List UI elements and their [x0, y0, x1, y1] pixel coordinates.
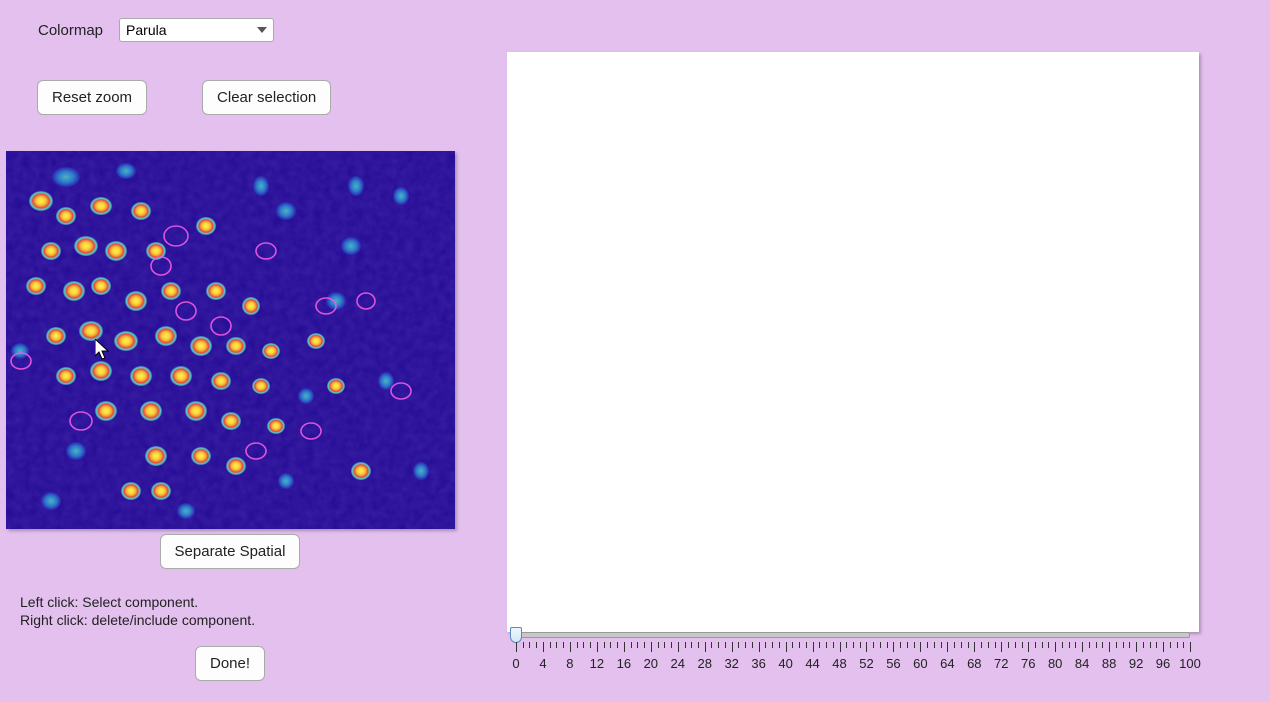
slider-tick-labels: 0481216202428323640444852566064687276808…	[516, 656, 1190, 672]
tick-label: 80	[1048, 656, 1062, 671]
clear-selection-button[interactable]: Clear selection	[202, 80, 331, 115]
tick-label: 84	[1075, 656, 1089, 671]
tick-label: 20	[644, 656, 658, 671]
tick-label: 68	[967, 656, 981, 671]
tick-label: 52	[859, 656, 873, 671]
colormap-label: Colormap	[38, 22, 103, 39]
tick-label: 28	[697, 656, 711, 671]
done-button[interactable]: Done!	[195, 646, 265, 681]
tick-label: 16	[617, 656, 631, 671]
colormap-value: Parula	[126, 22, 166, 38]
tick-label: 96	[1156, 656, 1170, 671]
tick-label: 92	[1129, 656, 1143, 671]
spatial-components-image[interactable]	[6, 151, 455, 529]
tick-label: 24	[671, 656, 685, 671]
tick-label: 4	[539, 656, 546, 671]
tick-label: 0	[512, 656, 519, 671]
help-line-1: Left click: Select component.	[20, 593, 255, 611]
tick-label: 72	[994, 656, 1008, 671]
chevron-down-icon	[257, 27, 267, 33]
slider-ticks	[516, 642, 1190, 656]
tick-label: 76	[1021, 656, 1035, 671]
tick-label: 60	[913, 656, 927, 671]
help-text: Left click: Select component. Right clic…	[20, 593, 255, 629]
slider-track[interactable]	[516, 632, 1190, 638]
separate-spatial-button[interactable]: Separate Spatial	[160, 534, 301, 569]
tick-label: 56	[886, 656, 900, 671]
reset-zoom-button[interactable]: Reset zoom	[37, 80, 147, 115]
tick-label: 32	[724, 656, 738, 671]
tick-label: 100	[1179, 656, 1201, 671]
tick-label: 40	[778, 656, 792, 671]
help-line-2: Right click: delete/include component.	[20, 611, 255, 629]
tick-label: 8	[566, 656, 573, 671]
tick-label: 12	[590, 656, 604, 671]
slider-thumb[interactable]	[510, 627, 522, 643]
tick-label: 44	[805, 656, 819, 671]
tick-label: 64	[940, 656, 954, 671]
tick-label: 88	[1102, 656, 1116, 671]
tick-label: 48	[832, 656, 846, 671]
colormap-select[interactable]: Parula	[119, 18, 274, 42]
trace-plot-area[interactable]	[507, 52, 1199, 632]
tick-label: 36	[751, 656, 765, 671]
